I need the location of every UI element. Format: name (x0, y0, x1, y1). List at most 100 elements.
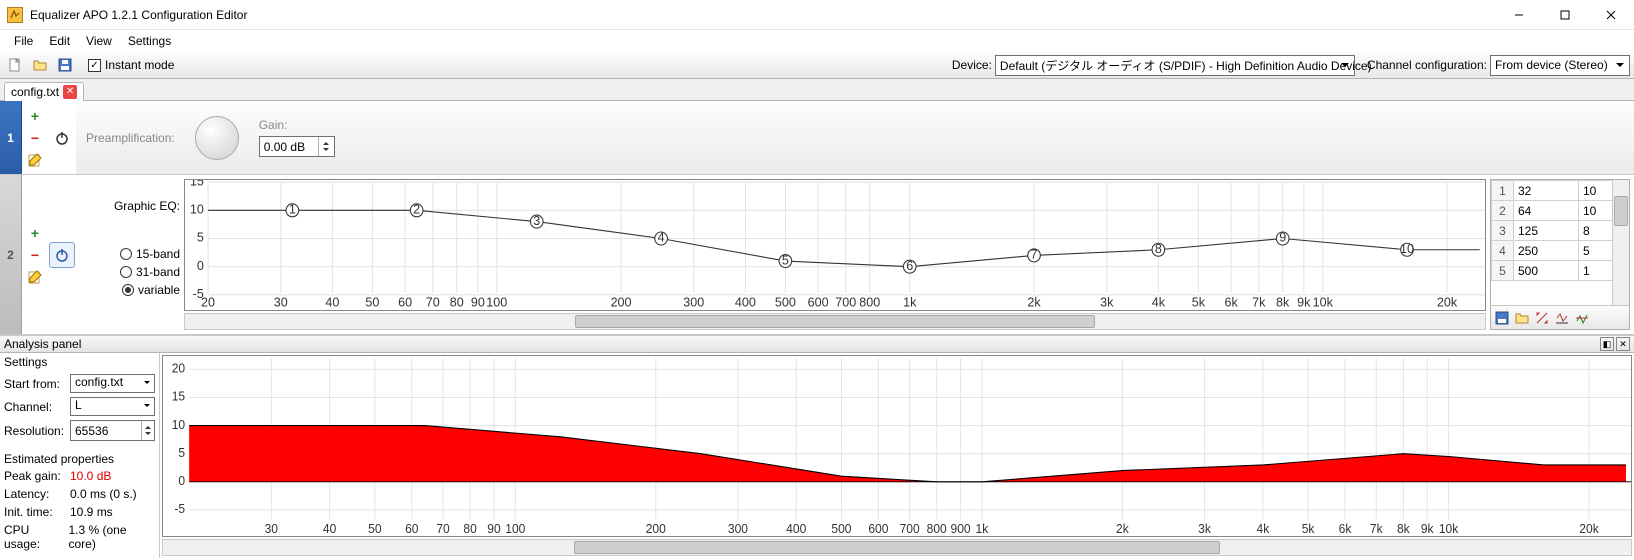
preamp-label: Preamplification: (86, 131, 175, 145)
menu-file[interactable]: File (6, 32, 41, 50)
file-tab[interactable]: config.txt ✕ (4, 82, 84, 101)
menu-settings[interactable]: Settings (120, 32, 179, 50)
menu-edit[interactable]: Edit (41, 32, 78, 50)
svg-text:800: 800 (859, 295, 880, 310)
spin-down-icon[interactable] (319, 147, 334, 157)
resolution-spinbox[interactable] (70, 420, 155, 441)
svg-text:40: 40 (325, 295, 339, 310)
invert-icon[interactable] (1533, 309, 1551, 327)
svg-text:8: 8 (1155, 241, 1162, 256)
preamp-row: 1 + − Preamplification: Gain: (0, 101, 1634, 175)
row-controls: + − (22, 175, 48, 334)
svg-text:5k: 5k (1192, 295, 1206, 310)
svg-text:4k: 4k (1256, 522, 1270, 536)
analysis-panel: Settings Start from:config.txt Channel:L… (0, 353, 1634, 558)
gain-spinbox[interactable] (259, 136, 335, 157)
svg-text:5: 5 (782, 252, 789, 267)
svg-text:30: 30 (265, 522, 279, 536)
close-panel-icon[interactable]: ✕ (1616, 337, 1630, 351)
row-number[interactable]: 1 (0, 101, 22, 174)
edit-icon[interactable] (27, 152, 43, 168)
svg-text:5: 5 (197, 230, 204, 245)
start-from-select[interactable]: config.txt (70, 374, 155, 393)
bands-31-radio[interactable]: 31-band (120, 265, 180, 279)
svg-text:20: 20 (172, 361, 186, 375)
svg-text:0: 0 (197, 258, 204, 273)
device-select[interactable]: Default (デジタル オーディオ (S/PDIF) - High Defi… (995, 55, 1355, 76)
svg-text:300: 300 (728, 522, 748, 536)
menu-view[interactable]: View (78, 32, 120, 50)
minimize-button[interactable] (1496, 0, 1542, 29)
title-bar: Equalizer APO 1.2.1 Configuration Editor (0, 0, 1634, 30)
svg-text:70: 70 (426, 295, 440, 310)
svg-text:200: 200 (611, 295, 632, 310)
power-toggle[interactable] (49, 125, 75, 151)
svg-text:500: 500 (775, 295, 796, 310)
edit-icon[interactable] (27, 269, 43, 285)
remove-icon[interactable]: − (31, 130, 39, 146)
estimated-heading: Estimated properties (4, 452, 155, 466)
eq-hscrollbar[interactable] (184, 313, 1486, 330)
save-file-button[interactable] (54, 54, 76, 76)
analysis-panel-header[interactable]: Analysis panel ◧ ✕ (0, 335, 1634, 353)
close-tab-icon[interactable]: ✕ (63, 85, 77, 99)
gain-input[interactable] (260, 137, 318, 156)
maximize-button[interactable] (1542, 0, 1588, 29)
close-button[interactable] (1588, 0, 1634, 29)
svg-text:1k: 1k (903, 295, 917, 310)
main-toolbar: Instant mode Device: Default (デジタル オーディオ… (0, 51, 1634, 79)
svg-text:700: 700 (900, 522, 920, 536)
gain-label: Gain: (259, 118, 335, 132)
svg-text:100: 100 (505, 522, 525, 536)
normalize-icon[interactable] (1553, 309, 1571, 327)
channel-config-select[interactable]: From device (Stereo) (1490, 55, 1630, 76)
svg-text:9k: 9k (1297, 295, 1311, 310)
svg-text:50: 50 (365, 295, 379, 310)
row-number[interactable]: 2 (0, 175, 22, 334)
app-icon (7, 7, 23, 23)
add-icon[interactable]: + (31, 225, 39, 241)
remove-icon[interactable]: − (31, 247, 39, 263)
svg-text:1k: 1k (976, 522, 990, 536)
svg-text:7k: 7k (1252, 295, 1266, 310)
open-file-button[interactable] (29, 54, 51, 76)
instant-mode-checkbox[interactable]: Instant mode (88, 58, 174, 72)
svg-text:8k: 8k (1276, 295, 1290, 310)
power-toggle[interactable] (49, 242, 75, 268)
svg-text:8k: 8k (1397, 522, 1411, 536)
svg-text:9: 9 (1279, 230, 1286, 245)
analysis-hscrollbar[interactable] (162, 539, 1632, 556)
svg-text:5k: 5k (1302, 522, 1316, 536)
reset-icon[interactable] (1573, 309, 1591, 327)
svg-text:900: 900 (951, 522, 971, 536)
add-icon[interactable]: + (31, 108, 39, 124)
dock-icon[interactable]: ◧ (1600, 337, 1614, 351)
svg-text:1: 1 (289, 201, 296, 216)
svg-text:70: 70 (436, 522, 450, 536)
open-icon[interactable] (1513, 309, 1531, 327)
table-vscrollbar[interactable] (1612, 180, 1629, 305)
points-table[interactable]: 1321026410312584250555001 (1491, 180, 1629, 305)
svg-text:3k: 3k (1198, 522, 1212, 536)
svg-text:60: 60 (398, 295, 412, 310)
row-controls: + − (22, 101, 48, 174)
gain-knob[interactable] (187, 108, 247, 168)
svg-text:10k: 10k (1313, 295, 1334, 310)
analysis-chart[interactable]: 20151050-5304050607080901002003004005006… (162, 355, 1632, 537)
svg-text:100: 100 (486, 295, 507, 310)
svg-text:30: 30 (274, 295, 288, 310)
svg-text:2k: 2k (1116, 522, 1130, 536)
channel-select[interactable]: L (70, 397, 155, 416)
eq-chart[interactable]: 151050-520304050607080901002003004005006… (184, 179, 1486, 311)
svg-text:0: 0 (178, 474, 185, 488)
new-file-button[interactable] (4, 54, 26, 76)
channel-config-label: Channel configuration: (1367, 58, 1487, 72)
spin-up-icon[interactable] (319, 137, 334, 147)
svg-text:-5: -5 (174, 502, 185, 516)
bands-variable-radio[interactable]: variable (122, 283, 180, 297)
svg-text:50: 50 (368, 522, 382, 536)
bands-15-radio[interactable]: 15-band (120, 247, 180, 261)
save-icon[interactable] (1493, 309, 1511, 327)
svg-text:3k: 3k (1100, 295, 1114, 310)
svg-text:6: 6 (906, 258, 913, 273)
